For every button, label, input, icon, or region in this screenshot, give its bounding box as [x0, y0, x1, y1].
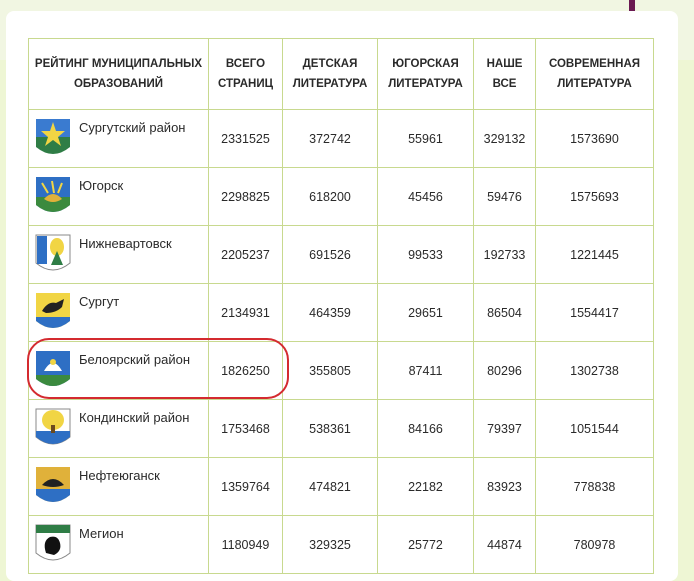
kids-literature-cell: 329325 — [282, 515, 378, 574]
table-row: Югорск 2298825 618200 45456 59476 1575693 — [28, 167, 654, 226]
municipality-name: Нефтеюганск — [79, 468, 160, 483]
modern-literature-cell: 1302738 — [535, 341, 654, 400]
total-pages-cell: 1753468 — [208, 399, 283, 458]
total-pages-cell: 2331525 — [208, 109, 283, 168]
header-nashe-vse: НАШЕ ВСЕ — [473, 38, 536, 110]
nashe-vse-cell: 192733 — [473, 225, 536, 284]
municipality-cell: Сургутский район — [28, 109, 209, 168]
table-row: Сургут 2134931 464359 29651 86504 1554417 — [28, 283, 654, 342]
table-header-row: РЕЙТИНГ МУНИЦИПАЛЬНЫХ ОБРАЗОВАНИЙ ВСЕГО … — [28, 38, 654, 110]
yugra-literature-cell: 22182 — [377, 457, 474, 516]
total-pages-cell: 2134931 — [208, 283, 283, 342]
yugra-literature-cell: 45456 — [377, 167, 474, 226]
total-pages-cell: 2205237 — [208, 225, 283, 284]
modern-literature-cell: 1573690 — [535, 109, 654, 168]
nizhnevartovsk-emblem-icon — [35, 234, 71, 271]
header-kids-literature: ДЕТСКАЯ ЛИТЕРАТУРА — [282, 38, 378, 110]
modern-literature-cell: 1051544 — [535, 399, 654, 458]
megion-emblem-icon — [35, 524, 71, 561]
nashe-vse-cell: 79397 — [473, 399, 536, 458]
modern-literature-cell: 778838 — [535, 457, 654, 516]
header-total-pages: ВСЕГО СТРАНИЦ — [208, 38, 283, 110]
yugra-literature-cell: 29651 — [377, 283, 474, 342]
kids-literature-cell: 355805 — [282, 341, 378, 400]
municipality-cell: Югорск — [28, 167, 209, 226]
header-yugra-literature: ЮГОРСКАЯ ЛИТЕРАТУРА — [377, 38, 474, 110]
modern-literature-cell: 1575693 — [535, 167, 654, 226]
table-row: Мегион 1180949 329325 25772 44874 780978 — [28, 515, 654, 574]
table-row: Кондинский район 1753468 538361 84166 79397 1… — [28, 399, 654, 458]
yugra-literature-cell: 84166 — [377, 399, 474, 458]
table-row: Сургутский район 2331525 372742 55961 329132… — [28, 109, 654, 168]
nashe-vse-cell: 86504 — [473, 283, 536, 342]
surgut-emblem-icon — [36, 293, 70, 328]
municipality-name: Югорск — [79, 178, 124, 193]
kids-literature-cell: 618200 — [282, 167, 378, 226]
table-row: Нижневартовск 2205237 691526 99533 192733 122… — [28, 225, 654, 284]
municipality-cell: Сургут — [28, 283, 209, 342]
kids-literature-cell: 691526 — [282, 225, 378, 284]
modern-literature-cell: 1221445 — [535, 225, 654, 284]
kids-literature-cell: 372742 — [282, 109, 378, 168]
rating-table: РЕЙТИНГ МУНИЦИПАЛЬНЫХ ОБРАЗОВАНИЙ ВСЕГО … — [28, 38, 654, 574]
municipality-cell: Мегион — [28, 515, 209, 574]
municipality-name: Нижневартовск — [79, 236, 172, 251]
highlight-oval — [27, 338, 289, 399]
modern-literature-cell: 780978 — [535, 515, 654, 574]
nashe-vse-cell: 329132 — [473, 109, 536, 168]
nashe-vse-cell: 44874 — [473, 515, 536, 574]
kids-literature-cell: 538361 — [282, 399, 378, 458]
header-rating: РЕЙТИНГ МУНИЦИПАЛЬНЫХ ОБРАЗОВАНИЙ — [28, 38, 209, 110]
municipality-cell: Кондинский район — [28, 399, 209, 458]
header-modern-literature: СОВРЕМЕННАЯ ЛИТЕРАТУРА — [535, 38, 654, 110]
municipality-name: Мегион — [79, 526, 124, 541]
yugra-literature-cell: 99533 — [377, 225, 474, 284]
total-pages-cell: 1359764 — [208, 457, 283, 516]
yugra-literature-cell: 25772 — [377, 515, 474, 574]
kids-literature-cell: 474821 — [282, 457, 378, 516]
municipality-cell: Нижневартовск — [28, 225, 209, 284]
table-row: Нефтеюганск 1359764 474821 22182 83923 778838 — [28, 457, 654, 516]
municipality-name: Сургут — [79, 294, 120, 309]
nashe-vse-cell: 83923 — [473, 457, 536, 516]
yugra-literature-cell: 55961 — [377, 109, 474, 168]
total-pages-cell: 1180949 — [208, 515, 283, 574]
nashe-vse-cell: 59476 — [473, 167, 536, 226]
surgut-district-emblem-icon — [36, 119, 70, 154]
municipality-name: Кондинский район — [79, 410, 190, 425]
yugorsk-emblem-icon — [36, 177, 70, 212]
municipality-name: Сургутский район — [79, 120, 186, 135]
yugra-literature-cell: 87411 — [377, 341, 474, 400]
municipality-cell: Нефтеюганск — [28, 457, 209, 516]
nefteyugansk-emblem-icon — [36, 467, 70, 502]
kids-literature-cell: 464359 — [282, 283, 378, 342]
kondinsky-district-emblem-icon — [35, 408, 71, 445]
nashe-vse-cell: 80296 — [473, 341, 536, 400]
total-pages-cell: 2298825 — [208, 167, 283, 226]
modern-literature-cell: 1554417 — [535, 283, 654, 342]
